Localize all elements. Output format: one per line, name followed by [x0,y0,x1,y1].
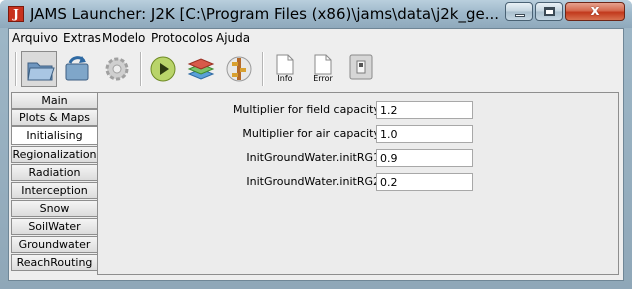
save-reload-icon [65,56,89,81]
field-capacity-input[interactable] [376,101,473,119]
tab-plots-maps[interactable]: Plots & Maps [11,109,97,126]
menu-arquivo[interactable]: Arquivo [12,29,58,47]
tab-interception[interactable]: Interception [11,182,97,199]
gear-icon [105,57,129,81]
info-log-button[interactable]: Info [271,53,299,84]
parameter-label: InitGroundWater.initRG1 [246,151,380,164]
info-label: Info [277,74,293,83]
app-icon: J [8,6,24,22]
air-capacity-input[interactable] [376,125,473,143]
map-layers-button[interactable] [183,51,219,87]
toolbar-separator [15,52,17,86]
menu-modelo[interactable]: Modelo [102,29,145,47]
init-rg2-input[interactable] [376,173,473,191]
settings-button[interactable] [99,51,135,87]
minimize-button[interactable] [505,2,533,21]
run-model-button[interactable] [145,51,181,87]
maximize-icon [544,7,555,16]
window-title: JAMS Launcher: J2K [C:\Program Files (x8… [30,5,498,23]
tab-groundwater[interactable]: Groundwater [11,236,97,253]
toolbar-separator [140,52,142,86]
menu-bar: Arquivo Extras Modelo Protocolos Ajuda [9,29,623,47]
parameter-label: Multiplier for field capacity [232,103,380,116]
client-area: Arquivo Extras Modelo Protocolos Ajuda I… [8,28,624,281]
tab-radiation[interactable]: Radiation [11,164,97,181]
tab-main[interactable]: Main [11,92,97,109]
error-label: Error [313,74,333,83]
app-window: J JAMS Launcher: J2K [C:\Program Files (… [0,0,632,289]
layers-map-icon [187,58,215,80]
toolbar: Info Error [9,48,623,91]
open-model-button[interactable] [21,51,57,87]
model-structure-button[interactable] [221,51,257,87]
close-icon: x [590,3,600,19]
parameter-panel: Multiplier for field capacity Multiplier… [97,92,619,275]
tab-soilwater[interactable]: SoilWater [11,218,97,235]
maximize-button[interactable] [535,2,563,21]
tab-snow[interactable]: Snow [11,200,97,217]
category-tabs: Main Plots & Maps Initialising Regionali… [11,92,97,272]
tab-reachrouting[interactable]: ReachRouting [11,254,97,271]
tab-initialising[interactable]: Initialising [11,126,97,145]
open-folder-icon [27,62,55,81]
init-rg1-input[interactable] [376,149,473,167]
close-button[interactable]: x [565,2,625,21]
error-document-icon [314,54,332,75]
title-bar[interactable]: J JAMS Launcher: J2K [C:\Program Files (… [0,0,632,28]
save-reload-button[interactable] [59,51,95,87]
parameter-label: InitGroundWater.initRG2 [246,175,380,188]
menu-protocolos[interactable]: Protocolos [151,29,213,47]
window-toggle-button[interactable] [348,53,376,84]
menu-extras[interactable]: Extras [63,29,101,47]
tab-regionalization[interactable]: Regionalization [11,146,97,163]
model-tree-icon [226,56,252,82]
toolbar-separator [262,52,264,86]
play-icon [150,56,176,82]
minimize-icon [515,14,525,17]
window-toggle-icon [349,54,373,80]
info-document-icon [276,54,294,75]
error-log-button[interactable]: Error [309,53,337,84]
menu-ajuda[interactable]: Ajuda [216,29,250,47]
parameter-label: Multiplier for air capacity [242,127,380,140]
